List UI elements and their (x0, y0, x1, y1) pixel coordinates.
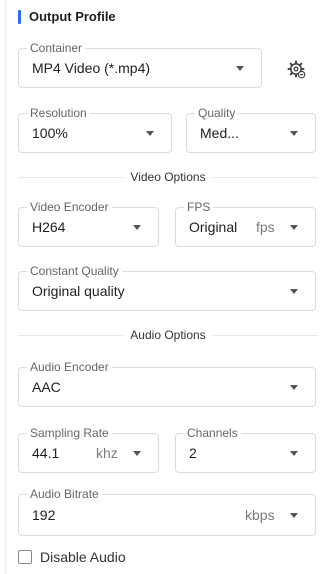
resolution-value: 100% (32, 125, 68, 141)
audio-bitrate-unit: kbps (245, 507, 275, 523)
chevron-down-icon (133, 451, 141, 456)
quality-select[interactable]: Quality Med... (186, 106, 316, 153)
video-encoder-label: Video Encoder (27, 200, 112, 214)
channels-value: 2 (189, 445, 197, 461)
fps-select[interactable]: FPS Original fps (175, 200, 316, 247)
audio-encoder-label: Audio Encoder (27, 360, 112, 374)
audio-encoder-select[interactable]: Audio Encoder AAC (18, 360, 316, 407)
chevron-down-icon (290, 225, 298, 230)
constant-quality-select[interactable]: Constant Quality Original quality (18, 264, 316, 311)
fps-label: FPS (184, 200, 214, 214)
gear-icon[interactable] (286, 59, 306, 79)
panel-title: Output Profile (29, 9, 116, 24)
video-options-divider: Video Options (18, 169, 318, 185)
title-accent-bar (18, 10, 21, 24)
video-encoder-select[interactable]: Video Encoder H264 (18, 200, 159, 247)
chevron-down-icon (290, 289, 298, 294)
audio-bitrate-value: 192 (32, 507, 56, 523)
sampling-rate-label: Sampling Rate (27, 426, 112, 440)
disable-audio-checkbox[interactable] (18, 550, 32, 564)
video-options-heading: Video Options (124, 170, 212, 184)
output-profile-panel: Output Profile Container MP4 Video (*.mp… (0, 0, 324, 574)
sampling-rate-value: 44.1 (32, 445, 60, 461)
sampling-rate-unit: khz (96, 445, 118, 461)
chevron-down-icon (290, 513, 298, 518)
audio-bitrate-select[interactable]: Audio Bitrate 192 kbps (18, 487, 316, 536)
chevron-down-icon (236, 66, 244, 71)
chevron-down-icon (290, 131, 298, 136)
disable-audio-label[interactable]: Disable Audio (40, 549, 126, 565)
channels-select[interactable]: Channels 2 (175, 426, 316, 473)
container-label: Container (27, 41, 86, 55)
audio-options-heading: Audio Options (124, 328, 212, 342)
constant-quality-label: Constant Quality (27, 264, 122, 278)
quality-value: Med... (200, 125, 239, 141)
fps-value: Original (189, 219, 238, 235)
audio-options-divider: Audio Options (18, 327, 318, 343)
quality-label: Quality (195, 106, 239, 120)
container-select[interactable]: Container MP4 Video (*.mp4) (18, 41, 262, 88)
chevron-down-icon (290, 385, 298, 390)
audio-encoder-value: AAC (32, 379, 61, 395)
constant-quality-value: Original quality (32, 283, 125, 299)
channels-label: Channels (184, 426, 241, 440)
fps-unit: fps (256, 219, 275, 235)
container-value: MP4 Video (*.mp4) (32, 60, 151, 76)
sampling-rate-select[interactable]: Sampling Rate 44.1 khz (18, 426, 159, 473)
chevron-down-icon (146, 131, 154, 136)
panel-divider (5, 0, 6, 574)
resolution-label: Resolution (27, 106, 90, 120)
resolution-select[interactable]: Resolution 100% (18, 106, 172, 153)
chevron-down-icon (133, 225, 141, 230)
video-encoder-value: H264 (32, 219, 66, 235)
chevron-down-icon (290, 451, 298, 456)
audio-bitrate-label: Audio Bitrate (27, 487, 102, 501)
